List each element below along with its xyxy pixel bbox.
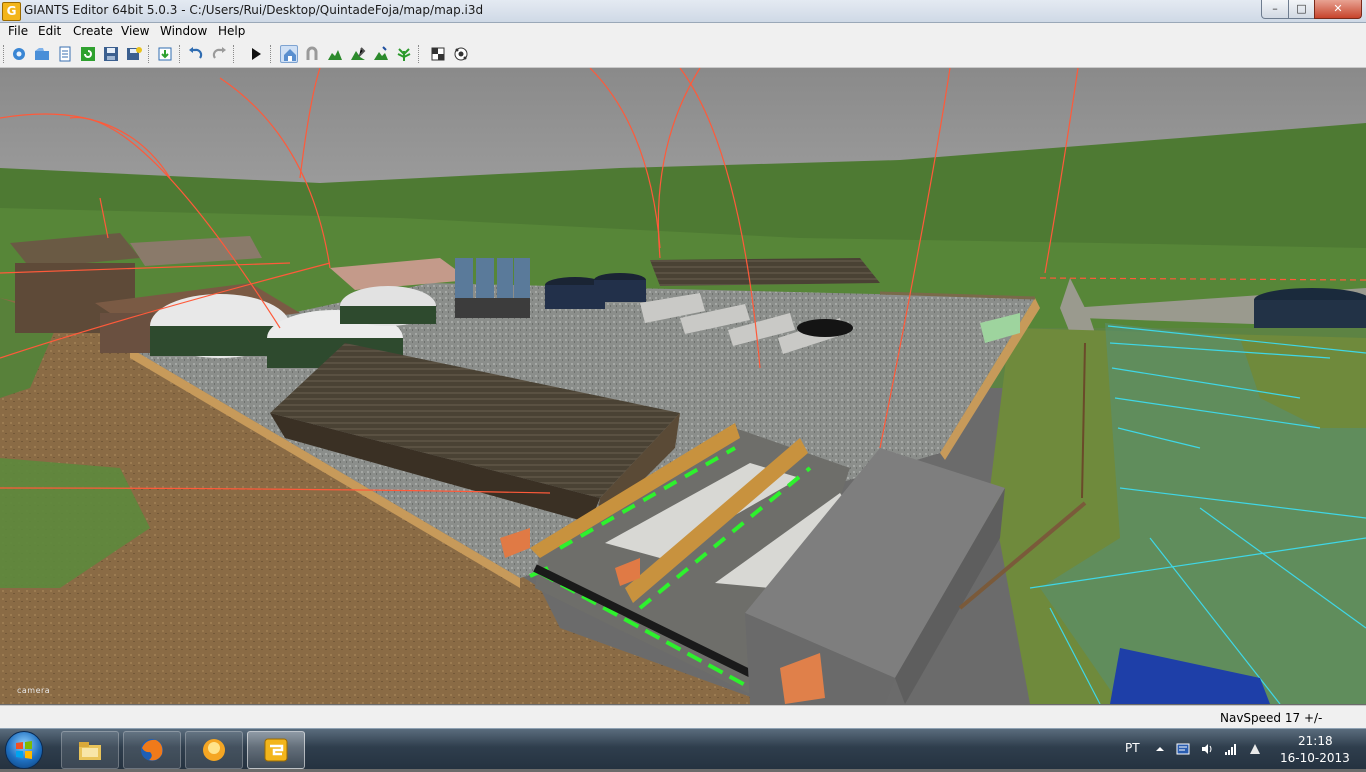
menu-create[interactable]: Create bbox=[73, 24, 113, 38]
biogas-dome-3-base bbox=[340, 306, 436, 324]
toolbar-separator bbox=[179, 45, 182, 63]
camera-label: camera bbox=[17, 686, 51, 695]
tire-pile bbox=[797, 319, 853, 337]
terrain-sculpt-icon[interactable] bbox=[326, 45, 344, 63]
silo-group bbox=[455, 258, 530, 318]
clock-date[interactable]: 16-10-2013 bbox=[1280, 751, 1350, 765]
terrain-paint-icon[interactable] bbox=[349, 45, 367, 63]
toolbar-grip bbox=[3, 45, 6, 63]
menu-edit[interactable]: Edit bbox=[38, 24, 61, 38]
menu-window[interactable]: Window bbox=[160, 24, 207, 38]
particle-icon[interactable] bbox=[452, 45, 470, 63]
move-mode-icon[interactable] bbox=[303, 45, 321, 63]
3d-viewport[interactable] bbox=[0, 68, 1366, 704]
media-app-icon bbox=[203, 739, 225, 761]
title-bar[interactable]: G GIANTS Editor 64bit 5.0.3 - C:/Users/R… bbox=[0, 0, 1366, 23]
ffa-tray-icon[interactable] bbox=[1176, 742, 1190, 756]
open-icon[interactable] bbox=[33, 45, 51, 63]
taskbar-firefox[interactable] bbox=[123, 731, 181, 769]
show-hidden-icons-icon[interactable] bbox=[1153, 742, 1167, 756]
toolbar-separator bbox=[233, 45, 236, 63]
scene-render bbox=[0, 68, 1366, 704]
minimize-button[interactable]: – bbox=[1261, 0, 1289, 19]
select-mode-icon[interactable] bbox=[280, 45, 298, 63]
save-all-icon[interactable] bbox=[125, 45, 143, 63]
water-tank-right-body bbox=[1254, 300, 1366, 328]
save-icon[interactable] bbox=[102, 45, 120, 63]
menu-view[interactable]: View bbox=[121, 24, 149, 38]
network-signal-icon[interactable] bbox=[1224, 742, 1238, 756]
navspeed-readout: NavSpeed 17 +/- bbox=[1220, 711, 1323, 725]
slurry-tank-2-body bbox=[594, 280, 646, 302]
volume-icon[interactable] bbox=[1200, 742, 1214, 756]
action-center-icon[interactable] bbox=[1248, 742, 1262, 756]
file-explorer-icon bbox=[79, 742, 101, 760]
foliage-paint-icon[interactable] bbox=[372, 45, 390, 63]
close-button[interactable]: ✕ bbox=[1314, 0, 1362, 19]
start-button[interactable] bbox=[5, 731, 43, 769]
undo-icon[interactable] bbox=[187, 45, 205, 63]
taskbar-explorer[interactable] bbox=[61, 731, 119, 769]
toolbar-separator bbox=[148, 45, 151, 63]
menu-file[interactable]: File bbox=[8, 24, 28, 38]
import-icon[interactable] bbox=[156, 45, 174, 63]
refresh-icon[interactable] bbox=[79, 45, 97, 63]
redo-icon[interactable] bbox=[210, 45, 228, 63]
taskbar-giants-editor[interactable] bbox=[247, 731, 305, 769]
menu-help[interactable]: Help bbox=[218, 24, 245, 38]
back-shed-roof bbox=[650, 258, 880, 286]
menu-bar: File Edit Create View Window Help bbox=[0, 23, 1366, 41]
taskbar-media-app[interactable] bbox=[185, 731, 243, 769]
windows-logo-icon bbox=[16, 741, 32, 759]
plant-paint-icon[interactable] bbox=[395, 45, 413, 63]
toolbar-separator bbox=[418, 45, 421, 63]
maximize-button[interactable]: □ bbox=[1288, 0, 1315, 19]
giants-app-icon[interactable]: G bbox=[2, 2, 21, 21]
play-icon[interactable] bbox=[247, 45, 265, 63]
toolbar-separator bbox=[270, 45, 273, 63]
firefox-icon bbox=[141, 739, 163, 761]
clock-time[interactable]: 21:18 bbox=[1298, 734, 1333, 748]
windows-taskbar: PT 21:18 16-10-2013 bbox=[0, 728, 1366, 769]
new-scene-icon[interactable] bbox=[10, 45, 28, 63]
toolbar bbox=[0, 41, 1366, 68]
properties-icon[interactable] bbox=[56, 45, 74, 63]
language-indicator[interactable]: PT bbox=[1125, 741, 1140, 755]
giants-editor-icon bbox=[264, 738, 288, 762]
material-icon[interactable] bbox=[429, 45, 447, 63]
window-title: GIANTS Editor 64bit 5.0.3 - C:/Users/Rui… bbox=[24, 3, 484, 17]
status-bar: NavSpeed 17 +/- bbox=[0, 705, 1366, 729]
